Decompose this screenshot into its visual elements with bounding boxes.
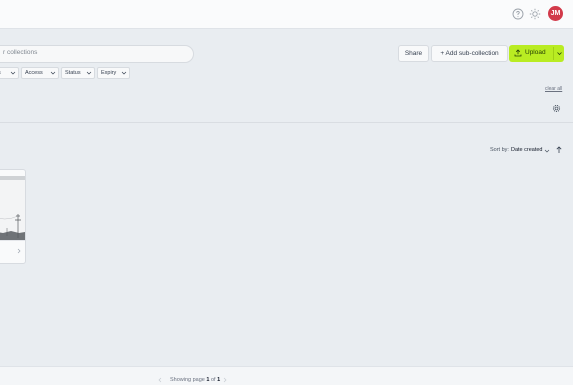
chevron-down-icon (86, 71, 92, 75)
footer: Showing page 1 of 1 (0, 366, 573, 385)
sort-label: Sort by: (490, 147, 509, 153)
filter-expiry[interactable]: Expiry (97, 67, 130, 79)
filter-label: s (0, 68, 1, 78)
chevron-down-icon (50, 71, 56, 75)
chevron-right-icon[interactable] (16, 248, 22, 254)
upload-label: Upload (525, 49, 546, 56)
filter-label: Access (25, 70, 43, 76)
share-button[interactable]: Share (398, 45, 429, 62)
total-pages: 1 (217, 377, 221, 383)
sort-dropdown[interactable]: Date created (511, 147, 543, 153)
chevron-down-icon[interactable] (544, 148, 550, 154)
sort-direction-arrow-icon[interactable] (555, 146, 563, 154)
top-bar: JM (0, 0, 573, 29)
gear-icon[interactable] (552, 104, 561, 113)
clear-all-link[interactable]: clear all (545, 86, 562, 92)
chevron-left-icon[interactable] (157, 377, 163, 383)
filter-access[interactable]: Access (21, 67, 59, 79)
chevron-down-icon[interactable] (556, 50, 563, 57)
chevron-down-icon (10, 71, 16, 75)
chevron-down-icon (121, 71, 127, 75)
asset-thumbnail (0, 176, 25, 240)
filter-status[interactable]: Status (61, 67, 95, 79)
avatar[interactable]: JM (548, 6, 563, 21)
add-sub-collection-button[interactable]: + Add sub-collection (431, 45, 508, 62)
card-divider (0, 240, 25, 241)
pagination-of: of (211, 377, 216, 383)
help-icon[interactable] (512, 8, 524, 20)
section-divider (0, 122, 573, 123)
search-placeholder: r collections (3, 49, 38, 56)
sun-icon[interactable] (529, 8, 541, 20)
asset-card[interactable] (0, 169, 26, 264)
upload-icon (514, 49, 522, 57)
chevron-right-icon[interactable] (222, 377, 228, 383)
filter-label: Status (65, 70, 81, 76)
upload-button[interactable]: Upload (509, 45, 564, 62)
pagination-prefix: Showing page (170, 377, 205, 383)
filter-label: Expiry (101, 70, 117, 76)
filter-dropdown[interactable]: s (0, 67, 19, 79)
pagination-info: Showing page 1 of 1 (170, 377, 220, 383)
search-input[interactable]: r collections (0, 45, 194, 63)
upload-divider (553, 47, 554, 60)
current-page: 1 (206, 377, 210, 383)
